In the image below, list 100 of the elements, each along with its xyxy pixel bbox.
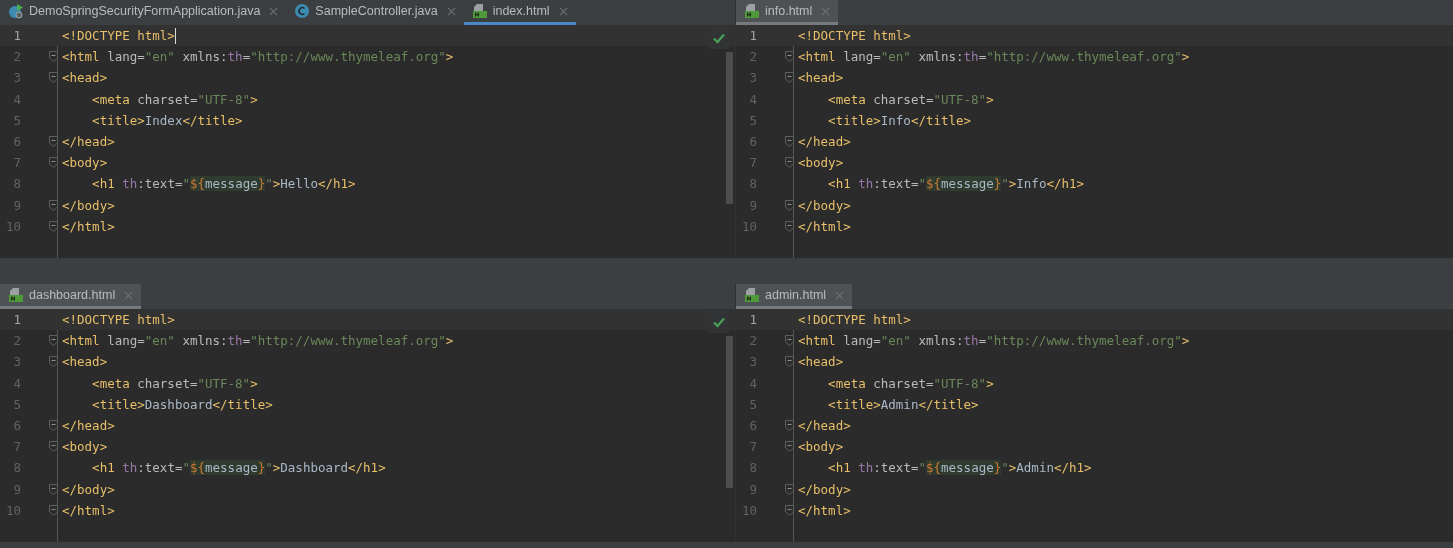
line-number: 5	[12, 112, 21, 128]
fold-icon[interactable]	[49, 441, 58, 453]
close-icon[interactable]	[269, 6, 279, 16]
line-number: 8	[12, 460, 21, 476]
close-icon[interactable]	[446, 6, 456, 16]
fold-icon[interactable]	[785, 220, 794, 232]
editor-tab[interactable]: info.html	[736, 0, 839, 25]
fold-icon[interactable]	[785, 51, 794, 63]
code-line: </body>	[797, 197, 851, 213]
fold-icon[interactable]	[785, 420, 794, 432]
html-file-icon	[8, 287, 24, 303]
fold-icon[interactable]	[49, 356, 58, 368]
line-number: 4	[748, 91, 757, 107]
code-line: <h1 th:text="${message}">Admin</h1>	[827, 460, 1092, 476]
line-number: 3	[12, 354, 21, 370]
code-line: <!DOCTYPE html>	[797, 28, 911, 44]
fold-icon[interactable]	[785, 199, 794, 211]
code-line: </head>	[797, 134, 851, 150]
line-number: 2	[12, 333, 21, 349]
fold-icon[interactable]	[785, 136, 794, 148]
code-line: <meta charset="UTF-8">	[91, 91, 258, 107]
line-number: 9	[748, 481, 757, 497]
code-line: <body>	[797, 155, 844, 171]
line-number: 7	[12, 155, 21, 171]
code-line: <body>	[797, 439, 844, 455]
code-line: <head>	[797, 354, 844, 370]
editor-tab[interactable]: admin.html	[736, 284, 853, 309]
fold-icon[interactable]	[785, 483, 794, 495]
scrollbar-thumb[interactable]	[726, 336, 733, 488]
code-editor[interactable]	[736, 25, 1453, 258]
close-icon[interactable]	[558, 6, 568, 16]
line-number: 3	[748, 354, 757, 370]
line-number: 8	[748, 176, 757, 192]
fold-icon[interactable]	[49, 504, 58, 516]
editor-tab[interactable]: SampleController.java	[286, 0, 464, 25]
code-line: </body>	[61, 197, 115, 213]
fold-icon[interactable]	[785, 504, 794, 516]
line-number: 7	[748, 439, 757, 455]
html-file-icon	[471, 3, 488, 19]
line-number: 9	[12, 197, 21, 213]
fold-icon[interactable]	[49, 220, 58, 232]
code-line: </html>	[61, 502, 115, 518]
line-number: 6	[12, 418, 21, 434]
editor-tab[interactable]: DemoSpringSecurityFormApplication.java	[0, 0, 287, 25]
fold-icon[interactable]	[49, 157, 58, 169]
line-number: 1	[12, 28, 21, 44]
line-number: 3	[748, 70, 757, 86]
fold-icon[interactable]	[785, 157, 794, 169]
code-line: </body>	[797, 481, 851, 497]
code-line: <html lang="en" xmlns:th="http://www.thymeleaf.org">	[797, 333, 1190, 349]
code-line: <title>Info</title>	[827, 112, 972, 128]
code-line: <h1 th:text="${message}">Dashboard</h1>	[91, 460, 386, 476]
code-line: <head>	[797, 70, 844, 86]
fold-icon[interactable]	[785, 441, 794, 453]
line-number: 2	[12, 49, 21, 65]
scrollbar-thumb[interactable]	[726, 52, 733, 204]
html-file-icon	[744, 3, 760, 19]
code-line: <head>	[61, 354, 108, 370]
line-number: 6	[12, 134, 21, 150]
class-run-icon	[8, 3, 24, 19]
code-line: <!DOCTYPE html>	[61, 28, 175, 44]
line-number: 1	[748, 28, 757, 44]
code-line: <html lang="en" xmlns:th="http://www.thymeleaf.org">	[61, 333, 454, 349]
line-number: 4	[748, 375, 757, 391]
code-editor[interactable]	[0, 25, 735, 258]
code-line: <meta charset="UTF-8">	[91, 375, 258, 391]
code-line: <h1 th:text="${message}">Info</h1>	[827, 176, 1085, 192]
line-number: 6	[748, 418, 757, 434]
line-number: 1	[748, 312, 757, 328]
fold-icon[interactable]	[49, 136, 58, 148]
code-line: <title>Index</title>	[91, 112, 243, 128]
code-line: </body>	[61, 481, 115, 497]
line-number: 10	[4, 218, 21, 234]
line-number: 3	[12, 70, 21, 86]
line-number: 8	[12, 176, 21, 192]
fold-icon[interactable]	[49, 420, 58, 432]
fold-icon[interactable]	[49, 51, 58, 63]
fold-icon[interactable]	[49, 335, 58, 347]
fold-icon[interactable]	[49, 72, 58, 84]
fold-icon[interactable]	[785, 72, 794, 84]
line-number: 4	[12, 375, 21, 391]
code-line: <meta charset="UTF-8">	[827, 91, 994, 107]
line-number: 8	[748, 460, 757, 476]
code-line: <html lang="en" xmlns:th="http://www.thymeleaf.org">	[61, 49, 454, 65]
code-line: </html>	[797, 502, 851, 518]
line-number: 1	[12, 312, 21, 328]
fold-icon[interactable]	[785, 356, 794, 368]
class-icon	[294, 3, 311, 19]
line-number: 7	[748, 155, 757, 171]
fold-icon[interactable]	[49, 483, 58, 495]
code-line: <h1 th:text="${message}">Hello</h1>	[91, 176, 356, 192]
fold-icon[interactable]	[49, 199, 58, 211]
code-line: <!DOCTYPE html>	[797, 312, 911, 328]
editor-tab[interactable]: dashboard.html	[0, 284, 142, 309]
line-number: 2	[748, 49, 757, 65]
line-number: 4	[12, 91, 21, 107]
code-editor[interactable]	[736, 309, 1453, 542]
code-editor[interactable]	[0, 309, 735, 542]
fold-icon[interactable]	[785, 335, 794, 347]
line-number: 9	[748, 197, 757, 213]
